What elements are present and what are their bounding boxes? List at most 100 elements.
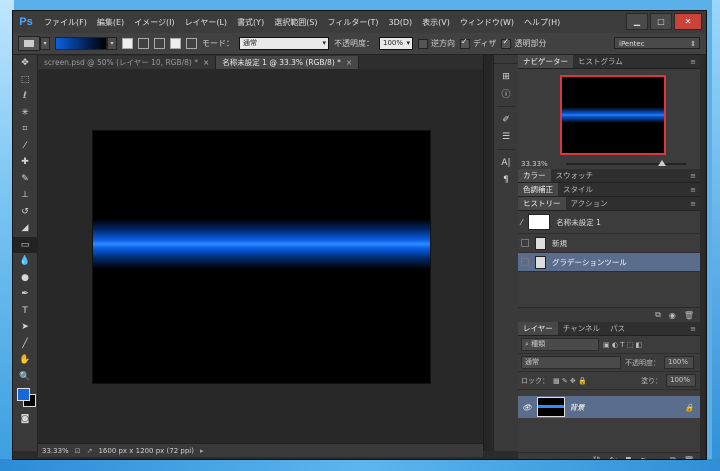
history-item[interactable]: グラデーションツール: [518, 253, 700, 272]
tab-swatches[interactable]: スウォッチ: [551, 169, 599, 182]
gradient-swatch[interactable]: [55, 37, 107, 50]
character-icon[interactable]: A|: [494, 154, 518, 171]
transparency-option[interactable]: 透明部分: [501, 37, 546, 49]
add-mask-icon[interactable]: ◘: [625, 456, 631, 460]
panel-menu-icon[interactable]: ≡: [690, 325, 696, 333]
navigator-preview[interactable]: [560, 75, 666, 155]
move-tool-icon[interactable]: ✥: [13, 55, 37, 72]
menu-select[interactable]: 選択範囲(S): [269, 17, 322, 28]
minimize-button[interactable]: ▁: [626, 13, 648, 30]
fx-icon[interactable]: fx: [610, 456, 618, 460]
eraser-tool-icon[interactable]: ◢: [13, 220, 37, 237]
history-source-checkbox[interactable]: [521, 258, 529, 266]
panel-menu-icon[interactable]: ≡: [690, 172, 696, 180]
maximize-button[interactable]: □: [650, 13, 672, 30]
menu-view[interactable]: 表示(V): [417, 17, 455, 28]
foreground-color[interactable]: [17, 388, 30, 401]
clone-stamp-tool-icon[interactable]: ⊥: [13, 187, 37, 204]
panel-menu-icon[interactable]: ≡: [690, 186, 696, 194]
document-canvas[interactable]: [93, 131, 430, 383]
menu-layer[interactable]: レイヤー(L): [180, 17, 232, 28]
share-icon[interactable]: ↗: [87, 447, 93, 455]
healing-brush-tool-icon[interactable]: ✚: [13, 154, 37, 171]
pen-tool-icon[interactable]: ✒: [13, 286, 37, 303]
layer-opacity-input[interactable]: 100%: [664, 356, 694, 369]
close-button[interactable]: ✕: [674, 13, 702, 30]
paragraph-icon[interactable]: ¶: [494, 171, 518, 188]
delete-layer-icon[interactable]: 🗑: [684, 456, 694, 460]
opacity-input[interactable]: 100%: [379, 37, 413, 50]
menu-filter[interactable]: フィルター(T): [323, 17, 384, 28]
zoom-tool-icon[interactable]: 🔍: [13, 369, 37, 386]
history-source-checkbox[interactable]: [521, 239, 529, 247]
brush-presets-icon[interactable]: ✐: [494, 111, 518, 128]
menu-type[interactable]: 書式(Y): [232, 17, 269, 28]
status-menu-arrow-icon[interactable]: ▸: [200, 447, 204, 455]
dither-option[interactable]: ディザ: [460, 37, 496, 49]
vertical-scrollbar[interactable]: [483, 55, 492, 451]
path-select-tool-icon[interactable]: ➤: [13, 319, 37, 336]
blend-mode-select[interactable]: 通常: [521, 356, 621, 369]
tab-close-icon[interactable]: ×: [203, 58, 209, 67]
hand-tool-icon[interactable]: ✋: [13, 352, 37, 369]
blur-tool-icon[interactable]: 💧: [13, 253, 37, 270]
history-snapshot[interactable]: ⁄ 名称未設定 1: [518, 211, 700, 234]
dodge-tool-icon[interactable]: ●: [13, 270, 37, 287]
menu-image[interactable]: イメージ(I): [129, 17, 179, 28]
new-group-icon[interactable]: ▬: [655, 456, 663, 460]
workspace-select[interactable]: iPentec: [614, 37, 700, 50]
link-layers-icon[interactable]: ⛓: [592, 456, 602, 460]
reverse-checkbox[interactable]: [418, 38, 428, 49]
tab-histogram[interactable]: ヒストグラム: [573, 55, 628, 68]
diamond-gradient-icon[interactable]: [186, 38, 197, 49]
new-snapshot-icon[interactable]: ◉: [669, 311, 676, 320]
lasso-tool-icon[interactable]: ℓ: [13, 88, 37, 105]
tab-color[interactable]: カラー: [518, 169, 551, 182]
type-tool-icon[interactable]: T: [13, 303, 37, 320]
brush-tool-icon[interactable]: ✎: [13, 171, 37, 188]
transparency-checkbox[interactable]: [501, 37, 512, 49]
marquee-tool-icon[interactable]: ⬚: [13, 72, 37, 89]
history-item[interactable]: 新規: [518, 234, 700, 253]
navigator-zoom-slider[interactable]: [566, 160, 686, 166]
status-zoom[interactable]: 33.33%: [42, 447, 69, 455]
tab-untitled-1[interactable]: 名称未設定 1 @ 33.3% (RGB/8) * ×: [216, 56, 360, 69]
panel-menu-icon[interactable]: ≡: [690, 200, 696, 208]
layer-comps-icon[interactable]: ⊞: [494, 68, 518, 85]
new-layer-icon[interactable]: ⧉: [670, 455, 676, 459]
tab-channels[interactable]: チャンネル: [558, 322, 605, 335]
tab-layers[interactable]: レイヤー: [518, 322, 558, 335]
document-area[interactable]: [38, 69, 483, 443]
menu-3d[interactable]: 3D(D): [384, 18, 418, 27]
tab-adjustments[interactable]: 色調補正: [518, 183, 558, 196]
angle-gradient-icon[interactable]: [154, 38, 165, 49]
tab-styles[interactable]: スタイル: [558, 183, 598, 196]
crop-tool-icon[interactable]: ⌗: [13, 121, 37, 138]
dither-checkbox[interactable]: [460, 37, 470, 49]
tab-paths[interactable]: パス: [605, 322, 630, 335]
menu-window[interactable]: ウィンドウ(W): [455, 17, 519, 28]
radial-gradient-icon[interactable]: [138, 38, 149, 49]
adjustment-layer-icon[interactable]: ◐: [640, 456, 647, 460]
menu-edit[interactable]: 編集(E): [92, 17, 129, 28]
slider-knob[interactable]: [658, 160, 666, 166]
panel-grip[interactable]: [494, 55, 518, 64]
tab-history[interactable]: ヒストリー: [518, 197, 566, 210]
tab-close-icon[interactable]: ×: [346, 58, 352, 67]
panel-menu-icon[interactable]: ≡: [690, 58, 696, 66]
gradient-tool-icon[interactable]: ▭: [13, 236, 37, 253]
fill-input[interactable]: 100%: [666, 374, 696, 387]
line-tool-icon[interactable]: ╱: [13, 336, 37, 353]
navigator-zoom[interactable]: 33.33%: [521, 160, 548, 168]
tab-screen-psd[interactable]: screen.psd @ 50% (レイヤー 10, RGB/8) * ×: [38, 56, 217, 69]
history-brush-tool-icon[interactable]: ↺: [13, 204, 37, 221]
eye-icon[interactable]: 👁: [522, 403, 532, 412]
tool-preset-picker[interactable]: [18, 36, 40, 51]
info-icon[interactable]: ⓘ: [494, 85, 518, 102]
menu-file[interactable]: ファイル(F): [39, 17, 92, 28]
magic-wand-tool-icon[interactable]: ✳: [13, 105, 37, 122]
reverse-option[interactable]: 逆方向: [418, 38, 455, 49]
gradient-picker-dropdown-icon[interactable]: ▾: [107, 37, 117, 50]
tab-navigator[interactable]: ナビゲーター: [518, 55, 573, 68]
new-document-from-state-icon[interactable]: ⧉: [655, 310, 661, 320]
